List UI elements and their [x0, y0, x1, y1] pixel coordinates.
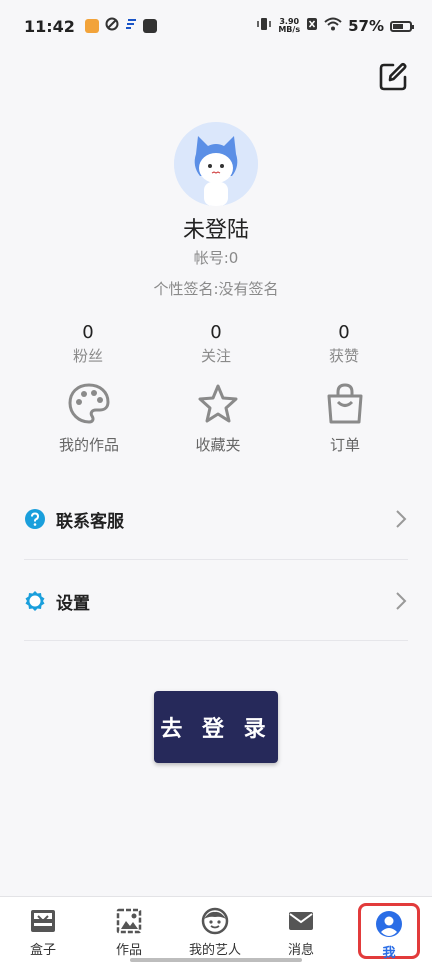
stat-label: 关注	[200, 347, 231, 365]
profile-icon	[376, 911, 402, 937]
tab-box[interactable]: 盒子	[0, 903, 86, 959]
help-icon	[25, 509, 45, 529]
account-id: 帐号:0	[193, 249, 239, 267]
vibrate-icon	[256, 17, 272, 35]
tab-label: 消息	[287, 943, 314, 958]
stat-fans[interactable]: 0 粉丝	[38, 322, 138, 366]
tab-label: 作品	[115, 943, 142, 958]
box-icon	[31, 910, 55, 932]
chevron-right-icon	[396, 592, 407, 610]
stat-label: 获赞	[328, 347, 359, 365]
menu-label: 联系客服	[56, 511, 124, 532]
battery-percent: 57%	[348, 17, 384, 35]
face-icon	[201, 907, 229, 935]
message-notification-icon	[142, 19, 157, 33]
mail-icon	[289, 912, 313, 930]
stat-likes[interactable]: 0 获赞	[294, 322, 394, 366]
tab-label: 我的艺人	[188, 943, 241, 958]
net-speed-unit: MB/s	[278, 25, 301, 34]
favorites-button[interactable]: 收藏夹	[158, 382, 278, 455]
net-speed: 3.90 MB/s	[278, 18, 300, 34]
stat-value: 0	[338, 322, 350, 343]
settings-icon	[25, 591, 45, 611]
sync-notification-icon	[105, 17, 119, 35]
stat-value: 0	[210, 322, 222, 343]
home-indicator[interactable]	[130, 958, 302, 962]
edit-profile-button[interactable]	[376, 60, 410, 94]
status-bar: 11:42 3.90 MB/s 57%	[0, 0, 432, 52]
shopping-bag-icon	[327, 383, 363, 424]
no-sim-icon	[306, 17, 318, 35]
tab-me[interactable]: 我	[358, 903, 420, 961]
palette-icon	[68, 383, 110, 424]
divider	[24, 559, 408, 560]
menu-label: 设置	[56, 593, 90, 614]
cat-avatar-icon	[174, 122, 258, 206]
chevron-right-icon	[396, 510, 407, 528]
action-label: 订单	[329, 436, 360, 454]
login-button[interactable]: 去 登 录	[154, 691, 278, 763]
video-notification-icon	[84, 19, 99, 33]
my-works-button[interactable]: 我的作品	[29, 382, 149, 455]
tab-my-artists[interactable]: 我的艺人	[172, 903, 258, 959]
tab-works[interactable]: 作品	[86, 903, 172, 959]
action-label: 我的作品	[58, 436, 119, 454]
app-notification-icon	[125, 17, 137, 35]
edit-icon	[379, 63, 407, 91]
star-icon	[198, 384, 238, 423]
battery-icon	[390, 20, 414, 32]
avatar[interactable]	[174, 122, 258, 206]
tab-messages[interactable]: 消息	[258, 903, 344, 959]
image-icon	[116, 908, 142, 934]
tab-label: 我	[382, 946, 396, 961]
status-time: 11:42	[24, 16, 75, 36]
settings-row[interactable]: 设置	[24, 561, 408, 641]
tab-label: 盒子	[29, 943, 56, 958]
orders-button[interactable]: 订单	[285, 382, 405, 455]
divider	[24, 640, 408, 641]
stats-row: 0 粉丝 0 关注 0 获赞	[0, 322, 432, 372]
stat-value: 0	[82, 322, 94, 343]
contact-service-row[interactable]: 联系客服	[24, 479, 408, 559]
bottom-tab-bar: 盒子 作品 我的艺人 消息 我	[0, 896, 432, 964]
signature: 个性签名:没有签名	[153, 280, 279, 298]
stat-label: 粉丝	[72, 347, 103, 365]
action-label: 收藏夹	[195, 436, 241, 454]
quick-actions: 我的作品 收藏夹 订单	[0, 382, 432, 462]
username: 未登陆	[182, 218, 249, 243]
stat-following[interactable]: 0 关注	[166, 322, 266, 366]
wifi-icon	[324, 17, 342, 35]
